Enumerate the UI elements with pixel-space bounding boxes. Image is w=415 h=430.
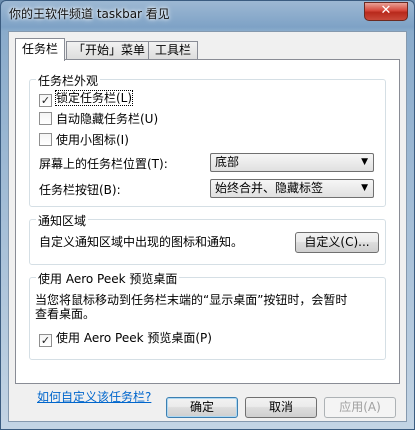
close-icon: ✕ [380,3,392,18]
tab-toolbars[interactable]: 工具栏 [148,41,199,60]
lock-taskbar-label: 锁定任务栏(L) [54,90,134,106]
peek-option[interactable]: ✓ 使用 Aero Peek 预览桌面(P) [39,329,212,347]
tab-taskbar[interactable]: 任务栏 [15,38,66,61]
group-title-appearance: 任务栏外观 [36,72,101,89]
checkmark-icon: ✓ [40,94,51,107]
apply-button[interactable]: 应用(A) [324,397,396,418]
tab-panel-taskbar: 任务栏外观 ✓ 锁定任务栏(L) 自动隐藏任务栏(U) 使用小图标(I) 屏幕上的… [15,59,400,384]
autohide-label: 自动隐藏任务栏(U) [56,112,159,126]
title-bar[interactable]: 你的王软件频道 taskbar 看见 ✕ [1,1,414,27]
lock-taskbar-option[interactable]: ✓ 锁定任务栏(L) [39,89,134,107]
customize-notification-button[interactable]: 自定义(C)... [295,232,379,253]
taskbar-properties-window: 你的王软件频道 taskbar 看见 ✕ 任务栏 「开始」菜单 工具栏 任务栏外… [0,0,415,430]
ok-button[interactable]: 确定 [166,397,238,418]
notification-description: 自定义通知区域中出现的图标和通知。 [39,235,244,249]
group-aero-peek: 使用 Aero Peek 预览桌面 当您将鼠标移动到任务栏末端的“显示桌面”按钮… [29,270,386,360]
chevron-down-icon: ▼ [361,157,368,167]
small-icons-checkbox[interactable] [39,133,52,146]
small-icons-option[interactable]: 使用小图标(I) [39,131,129,148]
peek-checkbox-label: 使用 Aero Peek 预览桌面(P) [56,331,212,345]
group-title-peek: 使用 Aero Peek 预览桌面 [36,270,180,287]
autohide-checkbox[interactable] [39,112,52,125]
buttons-select-value: 始终合并、隐藏标签 [215,181,324,195]
buttons-select[interactable]: 始终合并、隐藏标签 ▼ [210,179,374,198]
cancel-button[interactable]: 取消 [245,397,317,418]
peek-description-line2: 查看桌面。 [35,307,96,321]
small-icons-label: 使用小图标(I) [56,133,129,147]
buttons-label: 任务栏按钮(B): [39,183,121,197]
close-button[interactable]: ✕ [364,2,408,21]
location-select-value: 底部 [215,155,240,169]
group-title-notification: 通知区域 [36,212,89,229]
location-label: 屏幕上的任务栏位置(T): [39,157,168,171]
chevron-down-icon: ▼ [361,183,368,193]
help-link[interactable]: 如何自定义该任务栏? [37,388,151,405]
tab-start-menu[interactable]: 「开始」菜单 [66,41,153,60]
group-taskbar-appearance: 任务栏外观 ✓ 锁定任务栏(L) 自动隐藏任务栏(U) 使用小图标(I) 屏幕上的… [29,72,386,207]
peek-checkbox[interactable]: ✓ [39,334,52,347]
lock-taskbar-checkbox[interactable]: ✓ [39,94,52,107]
location-select[interactable]: 底部 ▼ [210,153,374,172]
group-notification-area: 通知区域 自定义通知区域中出现的图标和通知。 自定义(C)... [29,212,386,265]
window-title: 你的王软件频道 taskbar 看见 [9,7,170,21]
dialog-client-area: 任务栏 「开始」菜单 工具栏 任务栏外观 ✓ 锁定任务栏(L) 自动隐藏任务栏(U… [8,31,407,422]
checkmark-icon: ✓ [40,334,51,347]
autohide-option[interactable]: 自动隐藏任务栏(U) [39,110,158,127]
